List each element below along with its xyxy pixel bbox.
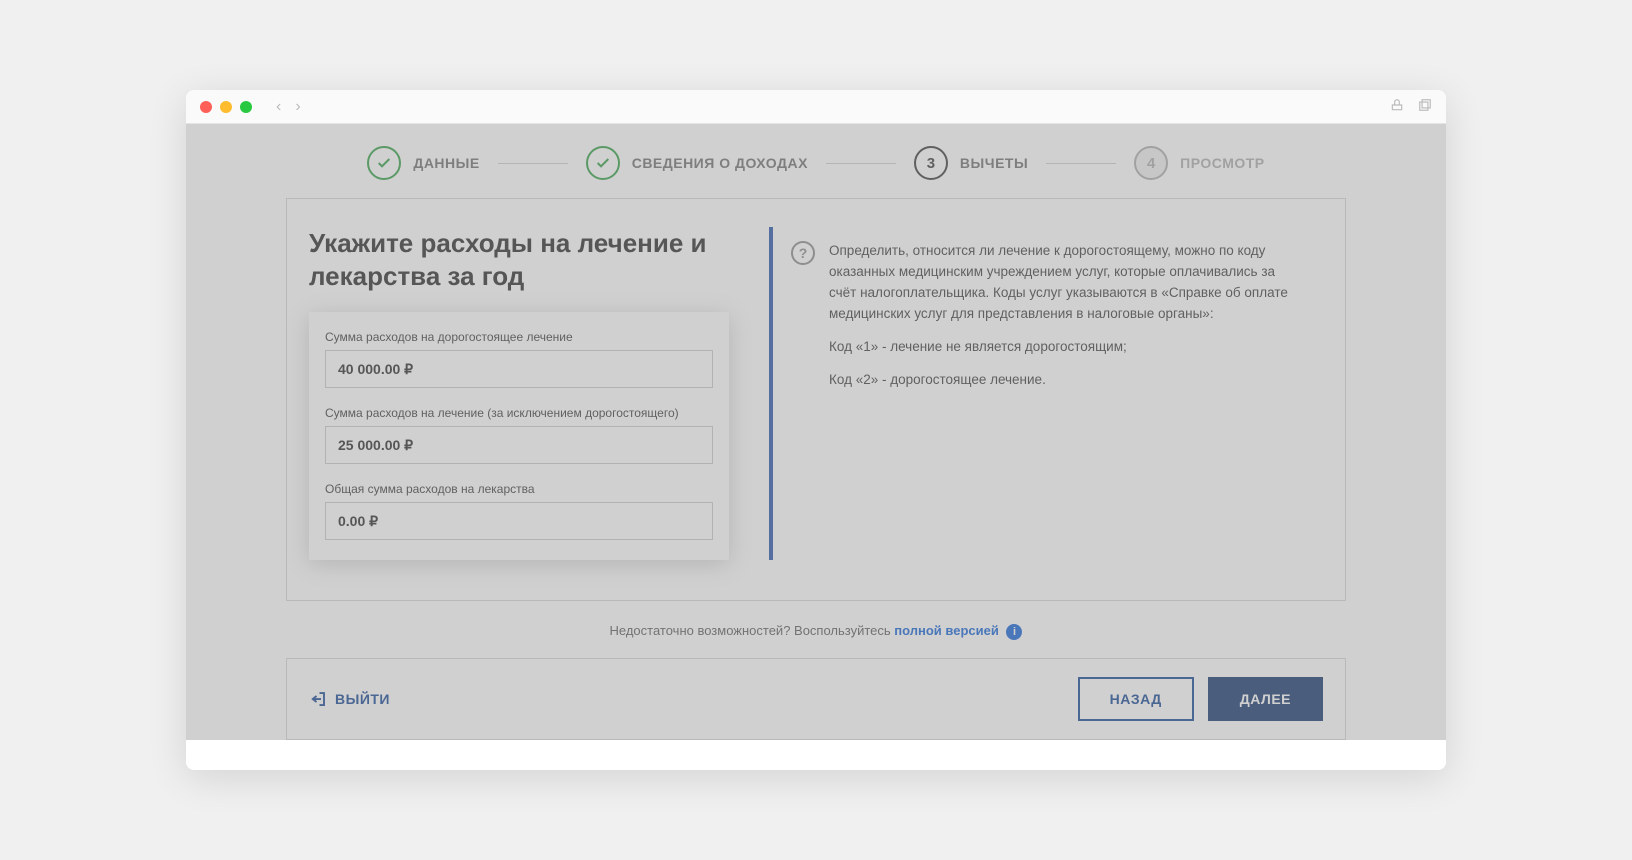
helper-row: Недостаточно возможностей? Воспользуйтес…: [186, 601, 1446, 658]
regular-treatment-input[interactable]: [325, 426, 713, 464]
exit-icon: [309, 690, 327, 708]
window-maximize-icon[interactable]: [240, 101, 252, 113]
info-paragraph: Код «2» - дорогостоящее лечение.: [829, 370, 1305, 391]
nav-forward-icon[interactable]: ›: [295, 98, 300, 116]
page-title: Укажите расходы на лечение и лекарства з…: [309, 227, 729, 292]
field-label: Сумма расходов на лечение (за исключение…: [325, 406, 713, 420]
field-medicine: Общая сумма расходов на лекарства: [325, 482, 713, 540]
step-label: ДАННЫЕ: [413, 155, 479, 171]
tabs-icon[interactable]: [1418, 98, 1432, 115]
browser-window: ‹ › ДАННЫЕ: [186, 90, 1446, 770]
field-regular-treatment: Сумма расходов на лечение (за исключение…: [325, 406, 713, 464]
field-label: Сумма расходов на дорогостоящее лечение: [325, 330, 713, 344]
info-paragraph: Код «1» - лечение не является дорогостоя…: [829, 337, 1305, 358]
next-button[interactable]: ДАЛЕЕ: [1208, 677, 1323, 721]
share-icon[interactable]: [1390, 98, 1404, 115]
step-3[interactable]: 3 ВЫЧЕТЫ: [914, 146, 1028, 180]
traffic-lights: [200, 101, 252, 113]
nav-arrows: ‹ ›: [276, 98, 301, 116]
window-close-icon[interactable]: [200, 101, 212, 113]
expenses-form: Сумма расходов на дорогостоящее лечение …: [309, 312, 729, 560]
left-column: Укажите расходы на лечение и лекарства з…: [309, 227, 729, 560]
step-1[interactable]: ДАННЫЕ: [367, 146, 479, 180]
action-bar: ВЫЙТИ НАЗАД ДАЛЕЕ: [286, 658, 1346, 740]
app-body: ДАННЫЕ СВЕДЕНИЯ О ДОХОДАХ 3 ВЫЧЕТЫ 4 ПРО…: [186, 124, 1446, 740]
step-2[interactable]: СВЕДЕНИЯ О ДОХОДАХ: [586, 146, 808, 180]
exit-button[interactable]: ВЫЙТИ: [309, 690, 390, 708]
nav-back-icon[interactable]: ‹: [276, 98, 281, 116]
step-connector: [1046, 163, 1116, 164]
step-number: 4: [1134, 146, 1168, 180]
step-connector: [826, 163, 896, 164]
info-icon[interactable]: i: [1006, 624, 1022, 640]
back-button[interactable]: НАЗАД: [1078, 677, 1194, 721]
stepper: ДАННЫЕ СВЕДЕНИЯ О ДОХОДАХ 3 ВЫЧЕТЫ 4 ПРО…: [186, 124, 1446, 198]
info-text: Определить, относится ли лечение к дорог…: [829, 241, 1305, 391]
step-label: ВЫЧЕТЫ: [960, 155, 1028, 171]
medicine-input[interactable]: [325, 502, 713, 540]
field-expensive-treatment: Сумма расходов на дорогостоящее лечение: [325, 330, 713, 388]
full-version-link[interactable]: полной версией: [894, 623, 999, 638]
info-panel: ? Определить, относится ли лечение к дор…: [769, 227, 1323, 560]
step-label: ПРОСМОТР: [1180, 155, 1264, 171]
expensive-treatment-input[interactable]: [325, 350, 713, 388]
check-icon: [367, 146, 401, 180]
window-minimize-icon[interactable]: [220, 101, 232, 113]
check-icon: [586, 146, 620, 180]
field-label: Общая сумма расходов на лекарства: [325, 482, 713, 496]
content-panel: Укажите расходы на лечение и лекарства з…: [286, 198, 1346, 601]
step-4: 4 ПРОСМОТР: [1134, 146, 1264, 180]
action-right: НАЗАД ДАЛЕЕ: [1078, 677, 1323, 721]
step-number: 3: [914, 146, 948, 180]
exit-label: ВЫЙТИ: [335, 691, 390, 707]
chrome-right: [1390, 98, 1432, 115]
helper-text: Недостаточно возможностей? Воспользуйтес…: [610, 623, 895, 638]
browser-chrome: ‹ ›: [186, 90, 1446, 124]
step-connector: [498, 163, 568, 164]
info-paragraph: Определить, относится ли лечение к дорог…: [829, 241, 1305, 325]
question-icon: ?: [791, 241, 815, 265]
step-label: СВЕДЕНИЯ О ДОХОДАХ: [632, 155, 808, 171]
